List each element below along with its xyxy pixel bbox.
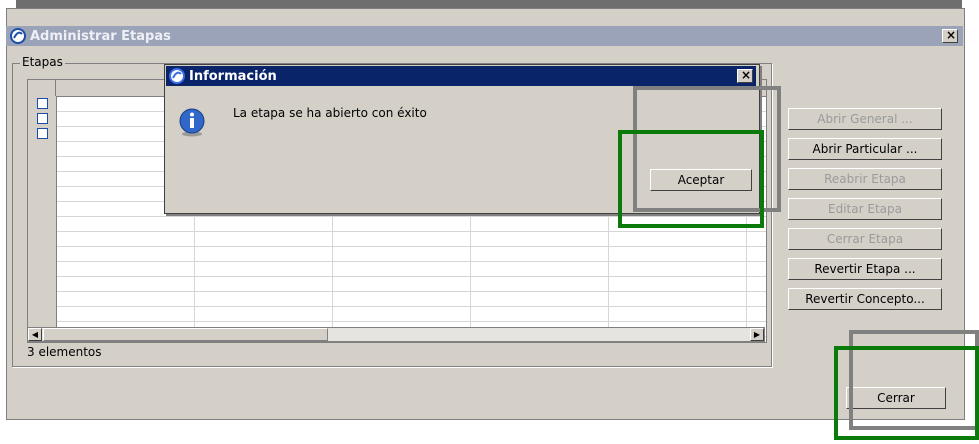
reabrir-etapa-button[interactable]: Reabrir Etapa <box>788 168 942 190</box>
table-row[interactable] <box>28 292 766 307</box>
info-dialog <box>164 64 760 214</box>
horizontal-scrollbar[interactable]: ◀ ▶ <box>27 327 765 342</box>
table-row[interactable] <box>28 262 766 277</box>
row-checkbox[interactable] <box>37 113 48 124</box>
dialog-close-button[interactable]: × <box>737 68 753 83</box>
abrir-particular-button[interactable]: Abrir Particular ... <box>788 138 942 160</box>
dialog-title: Información <box>189 69 277 84</box>
dialog-message: La etapa se ha abierto con éxito <box>233 106 427 120</box>
cerrar-etapa-button[interactable]: Cerrar Etapa <box>788 228 942 250</box>
table-row[interactable] <box>28 307 766 322</box>
close-icon: × <box>741 68 752 82</box>
arrow-left-icon: ◀ <box>31 330 39 339</box>
group-label: Etapas <box>20 55 65 69</box>
table-row[interactable] <box>28 277 766 292</box>
abrir-general-button[interactable]: Abrir General ... <box>788 108 942 130</box>
scrollbar-thumb[interactable] <box>43 328 328 341</box>
scroll-right-button[interactable]: ▶ <box>750 328 764 341</box>
window-title: Administrar Etapas <box>30 29 171 44</box>
editar-etapa-button[interactable]: Editar Etapa <box>788 198 942 220</box>
item-count: 3 elementos <box>27 345 102 359</box>
row-checkbox[interactable] <box>37 128 48 139</box>
table-row[interactable] <box>28 247 766 262</box>
app-icon <box>169 68 185 84</box>
close-icon: × <box>946 28 957 42</box>
window-close-button[interactable]: × <box>942 28 958 43</box>
info-icon <box>179 108 205 137</box>
row-checkbox[interactable] <box>37 98 48 109</box>
scroll-left-button[interactable]: ◀ <box>28 328 42 341</box>
table-row[interactable] <box>28 232 766 247</box>
row-selector-column <box>28 96 57 342</box>
revertir-concepto-button[interactable]: Revertir Concepto... <box>788 288 942 310</box>
header-selector-cell <box>28 80 56 96</box>
cerrar-button[interactable]: Cerrar <box>846 387 946 409</box>
aceptar-button[interactable]: Aceptar <box>650 169 752 191</box>
table-row[interactable] <box>28 217 766 232</box>
arrow-right-icon: ▶ <box>753 330 761 339</box>
app-icon <box>10 28 26 44</box>
revertir-etapa-button[interactable]: Revertir Etapa ... <box>788 258 942 280</box>
